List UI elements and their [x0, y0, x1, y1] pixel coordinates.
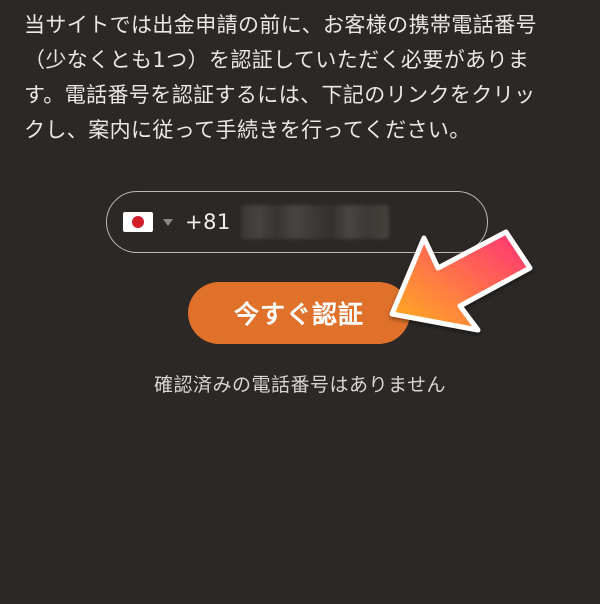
- pointer-arrow-icon: [389, 229, 533, 333]
- instructions-line: クし、案内に従って手続きを行ってください。: [24, 118, 471, 142]
- verify-now-button[interactable]: 今すぐ認証: [188, 282, 410, 344]
- japan-flag-icon[interactable]: [123, 212, 153, 232]
- instructions-text: 当サイトでは出金申請の前に、お客様の携帯電話番号 （少なくとも1つ）を認証してい…: [24, 8, 580, 148]
- masked-phone-number[interactable]: [240, 205, 389, 239]
- instructions-line: 当サイトでは出金申請の前に、お客様の携帯電話番号: [24, 13, 537, 37]
- verification-status: 確認済みの電話番号はありません: [154, 374, 446, 396]
- instructions-line: す。電話番号を認証するには、下記のリンクをクリッ: [24, 83, 536, 107]
- instructions-line: （少なくとも1つ）を認証していただく必要がありま: [24, 48, 530, 72]
- flag-disc: [132, 216, 144, 228]
- chevron-down-icon[interactable]: [163, 218, 173, 226]
- dial-code: +81: [185, 210, 231, 234]
- arrow-shape: [389, 229, 533, 333]
